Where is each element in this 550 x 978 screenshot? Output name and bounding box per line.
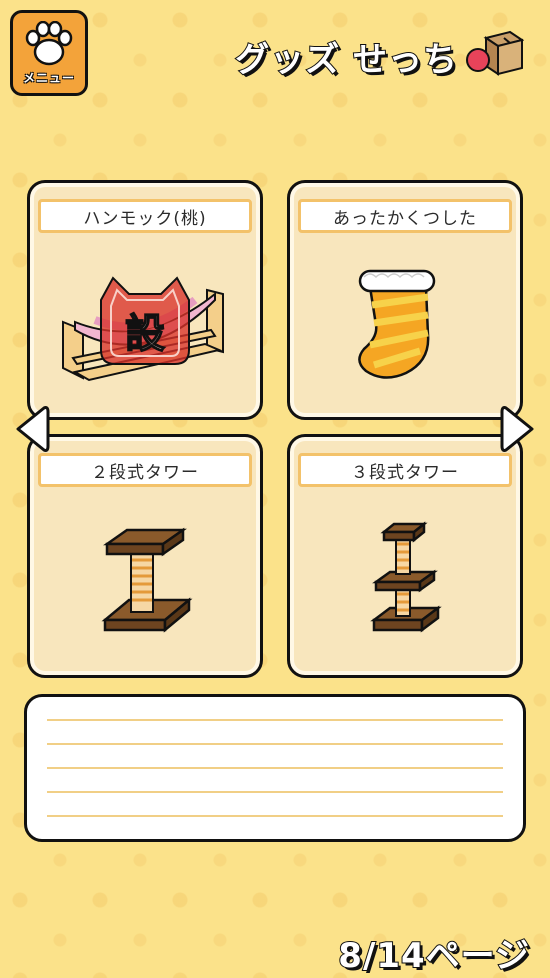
goods-card-name: あったかくつした <box>298 199 512 233</box>
screen-title: グッズ せっち <box>234 39 458 81</box>
goods-card-name: ハンモック(桃) <box>38 199 252 233</box>
next-page-arrow-icon[interactable] <box>500 404 536 454</box>
page-indicator: 8/14ページ <box>337 935 530 977</box>
two-tier-tower-icon <box>101 527 193 633</box>
goods-card-two-tier-tower[interactable]: ２段式タワー <box>27 434 263 678</box>
goods-card-hammock[interactable]: ハンモック(桃) 設 <box>27 180 263 420</box>
placed-stamp-icon: 設 <box>100 276 190 365</box>
sock-icon <box>358 269 436 379</box>
goods-card-three-tier-tower[interactable]: ３段式タワー <box>287 434 523 678</box>
goods-card-sock[interactable]: あったかくつした <box>287 180 523 420</box>
description-line <box>47 743 503 745</box>
hammock-icon: 設 <box>62 276 224 382</box>
previous-page-arrow-icon[interactable] <box>14 404 50 454</box>
goods-card-name: ３段式タワー <box>298 453 512 487</box>
three-tier-tower-icon <box>370 521 442 633</box>
menu-label: メニュー <box>22 71 75 85</box>
description-line <box>47 815 503 817</box>
description-line <box>47 719 503 721</box>
goods-card-name: ２段式タワー <box>38 453 252 487</box>
placed-stamp-label: 設 <box>125 311 165 357</box>
item-description-panel <box>24 694 526 842</box>
description-line <box>47 791 503 793</box>
goods-box-icon <box>466 30 524 76</box>
paw-icon <box>25 21 73 66</box>
description-line <box>47 767 503 769</box>
menu-button[interactable]: メニュー <box>10 10 88 96</box>
